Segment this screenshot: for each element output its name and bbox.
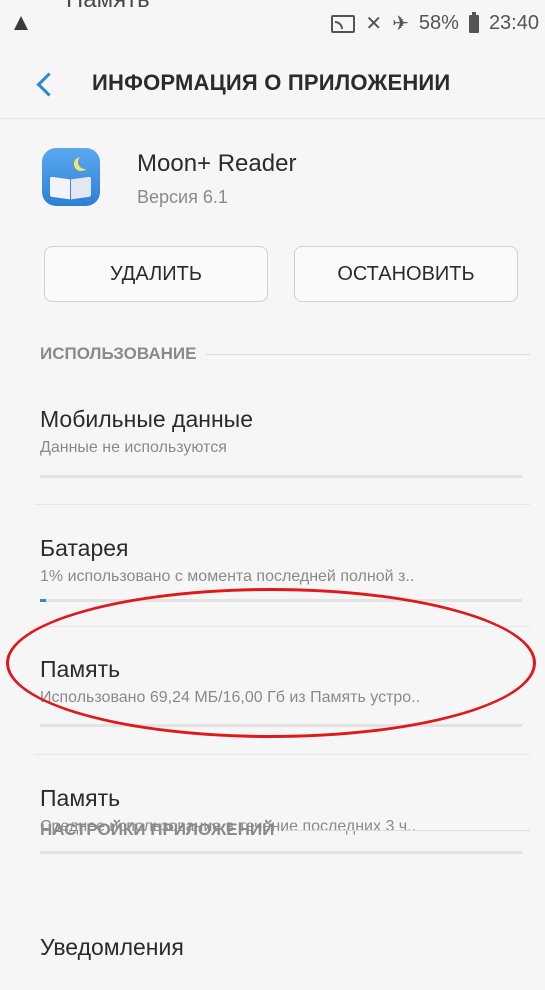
- section-divider-line: [284, 829, 530, 831]
- section-header-usage-label: ИСПОЛЬЗОВАНИЕ: [40, 344, 197, 363]
- list-divider: [34, 626, 530, 627]
- list-item-title: Мобильные данные: [40, 406, 253, 432]
- status-bar: ✕ ✈ 58% 23:40: [0, 0, 545, 54]
- list-item-subtitle: 1% использовано с момента последней полн…: [40, 568, 415, 585]
- app-info-screen: Память ✕ ✈ 58% 23:40 ИНФОРМАЦИЯ О ПРИЛОЖ…: [0, 0, 545, 990]
- battery-percent: 58%: [418, 12, 459, 34]
- list-item-title: Память: [40, 785, 121, 811]
- usage-progress-bar: [40, 851, 522, 854]
- force-stop-button[interactable]: ОСТАНОВИТЬ: [294, 246, 518, 302]
- book-icon-right-page: [71, 176, 91, 200]
- uninstall-button[interactable]: УДАЛИТЬ: [44, 246, 268, 302]
- usage-progress-bar: [40, 475, 522, 478]
- usage-progress-bar: [40, 724, 522, 727]
- mute-icon: ✕: [365, 12, 383, 35]
- list-item-mobile-data[interactable]: Мобильные данные Данные не используются: [40, 406, 530, 478]
- book-icon-left-page: [50, 176, 70, 200]
- list-item-subtitle: Использовано 69,24 МБ/16,00 Гб из Память…: [40, 689, 421, 706]
- list-item-notifications[interactable]: Уведомления: [40, 934, 530, 961]
- app-version: Версия 6.1: [137, 187, 228, 207]
- app-name: Moon+ Reader: [137, 150, 297, 177]
- list-item-title: Уведомления: [40, 934, 184, 960]
- list-item-title: Память: [40, 656, 121, 682]
- cast-icon: [331, 14, 356, 33]
- section-header-app-settings-label: НАСТРОЙКИ ПРИЛОЖЕНИЙ: [40, 820, 275, 839]
- app-summary: Moon+ Reader Версия 6.1: [0, 135, 545, 225]
- clock: 23:40: [488, 12, 539, 34]
- moon-icon: [78, 155, 92, 169]
- moon-reader-app-icon: [42, 148, 100, 206]
- list-item-title: Батарея: [40, 535, 129, 561]
- battery-icon: [468, 11, 479, 33]
- warning-icon: [14, 16, 28, 30]
- list-item-storage[interactable]: Память Использовано 69,24 МБ/16,00 Гб из…: [40, 656, 530, 727]
- back-arrow-icon[interactable]: [36, 72, 61, 97]
- list-item-battery[interactable]: Батарея 1% использовано с момента послед…: [40, 535, 530, 602]
- app-bar: ИНФОРМАЦИЯ О ПРИЛОЖЕНИИ: [0, 54, 545, 119]
- list-item-subtitle: Данные не используются: [40, 439, 227, 456]
- usage-progress-fill: [40, 599, 46, 602]
- list-divider: [34, 504, 530, 505]
- section-header-app-settings: НАСТРОЙКИ ПРИЛОЖЕНИЙ: [40, 820, 530, 840]
- section-divider-line: [206, 353, 530, 355]
- section-header-usage: ИСПОЛЬЗОВАНИЕ: [40, 344, 530, 364]
- list-divider: [34, 754, 530, 755]
- airplane-mode-icon: ✈: [392, 12, 409, 35]
- page-title: ИНФОРМАЦИЯ О ПРИЛОЖЕНИИ: [92, 70, 451, 95]
- usage-progress-bar: [40, 599, 522, 602]
- status-icons: ✕ ✈ 58% 23:40: [331, 11, 539, 35]
